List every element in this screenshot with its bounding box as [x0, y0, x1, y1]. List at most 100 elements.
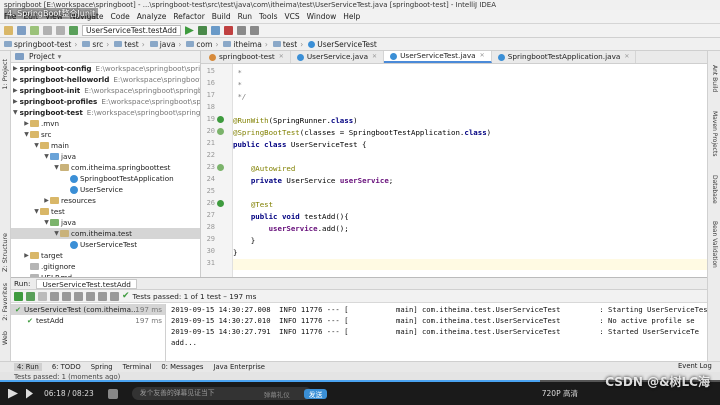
coverage-icon[interactable]	[210, 26, 220, 35]
danmaku-toggle-icon[interactable]	[107, 388, 118, 399]
breadcrumb-item[interactable]: src ›	[82, 40, 112, 49]
tree-item[interactable]: ▼ main	[11, 140, 200, 151]
tree-item[interactable]: ▶ springboot-helloworld E:\workspace\sprin…	[11, 74, 200, 85]
sort-icon[interactable]	[50, 291, 59, 301]
chevron-down-icon[interactable]: ▼	[23, 129, 30, 140]
close-icon[interactable]: ✕	[480, 51, 485, 62]
menu-item-analyze[interactable]: Analyze	[137, 12, 167, 21]
menu-item-refactor[interactable]: Refactor	[173, 12, 204, 21]
editor-tab[interactable]: springboot-test ✕	[203, 51, 291, 63]
bottom-tab[interactable]: 6: TODO	[52, 363, 81, 371]
run-config-select[interactable]: UserServiceTest.testAdd	[82, 25, 181, 36]
menu-item-help[interactable]: Help	[343, 12, 360, 21]
chevron-down-icon[interactable]: ▼	[53, 228, 60, 239]
tree-item[interactable]: ▶ springboot-profiles E:\workspace\springb…	[11, 96, 200, 107]
tree-item[interactable]: SpringbootTestApplication	[11, 173, 200, 184]
chevron-down-icon[interactable]: ▼	[13, 107, 18, 118]
build-icon[interactable]	[69, 26, 78, 35]
editor-tab[interactable]: UserService.java ✕	[291, 51, 385, 63]
tree-item[interactable]: ▼ com.itheima.test	[11, 228, 200, 239]
breadcrumb-item[interactable]: test ›	[114, 40, 147, 49]
breadcrumb-item[interactable]: java ›	[149, 40, 185, 49]
send-button[interactable]: 发送	[303, 388, 328, 399]
chevron-down-icon[interactable]: ▼	[33, 206, 40, 217]
run-icon[interactable]	[184, 26, 194, 35]
next-icon[interactable]	[26, 388, 33, 399]
breadcrumb-item[interactable]: itheima ›	[223, 40, 270, 49]
tree-item[interactable]: ▼ springboot-test E:\workspace\springboot\…	[11, 107, 200, 118]
expand-all-icon[interactable]	[86, 291, 95, 301]
test-result-item[interactable]: ✔ testAdd 197 ms	[11, 315, 165, 326]
breadcrumb-item[interactable]: test ›	[272, 40, 306, 49]
rerun-icon[interactable]	[14, 291, 23, 301]
tree-item[interactable]: ▼ com.itheima.springboottest	[11, 162, 200, 173]
run-test-class-icon[interactable]	[217, 116, 224, 123]
tree-item[interactable]: ▶ springboot-init E:\workspace\springboot\…	[11, 85, 200, 96]
side-tab-left[interactable]: Z: Structure	[1, 233, 9, 272]
tree-item[interactable]: .gitignore	[11, 261, 200, 272]
tree-item[interactable]: ▼ src	[11, 129, 200, 140]
tree-item[interactable]: ▶ resources	[11, 195, 200, 206]
collapse-all-icon[interactable]	[98, 291, 107, 301]
side-tab-left[interactable]: Web	[1, 331, 9, 345]
redo-icon[interactable]	[56, 26, 65, 35]
event-log-button[interactable]: Event Log	[678, 362, 712, 370]
chevron-down-icon[interactable]: ▼	[43, 151, 50, 162]
breadcrumb-item[interactable]: UserServiceTest	[308, 40, 377, 49]
editor-tab[interactable]: UserServiceTest.java ✕	[384, 51, 492, 63]
chevron-right-icon[interactable]: ▶	[43, 195, 50, 206]
tree-item[interactable]: ▼ java	[11, 151, 200, 162]
console-output[interactable]: 2019-09-15 14:30:27.008 INFO 11776 --- […	[167, 304, 707, 362]
sync-icon[interactable]	[30, 26, 39, 35]
close-icon[interactable]: ✕	[624, 51, 629, 63]
menu-item-build[interactable]: Build	[212, 12, 231, 21]
stop-icon[interactable]	[223, 26, 233, 35]
tree-item[interactable]: UserServiceTest	[11, 239, 200, 250]
show-passed-icon[interactable]	[26, 291, 35, 301]
close-icon[interactable]: ✕	[279, 51, 284, 63]
side-tab-right[interactable]: Maven Projects	[711, 111, 718, 156]
menu-item-code[interactable]: Code	[111, 12, 130, 21]
side-tab-right[interactable]: Database	[711, 175, 718, 204]
run-test-method-icon[interactable]	[217, 200, 224, 207]
chevron-right-icon[interactable]: ▶	[13, 85, 18, 96]
menu-item-run[interactable]: Run	[238, 12, 252, 21]
menu-item-tools[interactable]: Tools	[259, 12, 277, 21]
project-structure-icon[interactable]	[236, 26, 246, 35]
menu-item-window[interactable]: Window	[307, 12, 337, 21]
bottom-tab[interactable]: 4: Run	[14, 363, 42, 371]
tree-item[interactable]: UserService	[11, 184, 200, 195]
chevron-right-icon[interactable]: ▶	[23, 118, 30, 129]
bottom-tab[interactable]: Terminal	[123, 363, 152, 371]
chevron-down-icon[interactable]: ▼	[43, 217, 50, 228]
run-tab[interactable]: UserServiceTest.testAdd	[36, 278, 137, 289]
breadcrumb-item[interactable]: springboot-test ›	[4, 40, 80, 49]
show-ignored-icon[interactable]	[38, 291, 47, 301]
bottom-tab[interactable]: 0: Messages	[161, 363, 203, 371]
tree-item[interactable]: ▼ test	[11, 206, 200, 217]
spring-bean-icon[interactable]	[217, 128, 224, 135]
autowired-bean-icon[interactable]	[217, 164, 224, 171]
bottom-tab[interactable]: Java Enterprise	[213, 363, 264, 371]
import-tests-icon[interactable]	[74, 291, 83, 301]
chevron-right-icon[interactable]: ▶	[13, 96, 18, 107]
side-tab-left[interactable]: 1: Project	[1, 59, 9, 90]
sort-duration-icon[interactable]	[62, 291, 71, 301]
bottom-tab[interactable]: Spring	[91, 363, 113, 371]
chevron-down-icon[interactable]: ▼	[33, 140, 40, 151]
save-icon[interactable]	[17, 26, 26, 35]
chevron-right-icon[interactable]: ▶	[13, 63, 18, 74]
danmaku-etiquette[interactable]: 弹幕礼仪	[264, 389, 290, 399]
quality-select[interactable]: 720P 高清	[542, 388, 578, 399]
side-tab-right[interactable]: Bean Validation	[711, 221, 718, 268]
tree-item[interactable]: ▶ springboot-config E:\workspace\springboo…	[11, 63, 200, 74]
undo-icon[interactable]	[43, 26, 52, 35]
side-tab-left[interactable]: 2: Favorites	[1, 283, 9, 321]
chevron-right-icon[interactable]: ▶	[13, 74, 18, 85]
open-folder-icon[interactable]	[4, 26, 13, 35]
search-everywhere-icon[interactable]	[249, 26, 259, 35]
editor-tab[interactable]: SpringbootTestApplication.java ✕	[492, 51, 637, 63]
tree-item[interactable]: ▶ target	[11, 250, 200, 261]
play-icon[interactable]	[8, 388, 18, 399]
chevron-right-icon[interactable]: ▶	[23, 250, 30, 261]
